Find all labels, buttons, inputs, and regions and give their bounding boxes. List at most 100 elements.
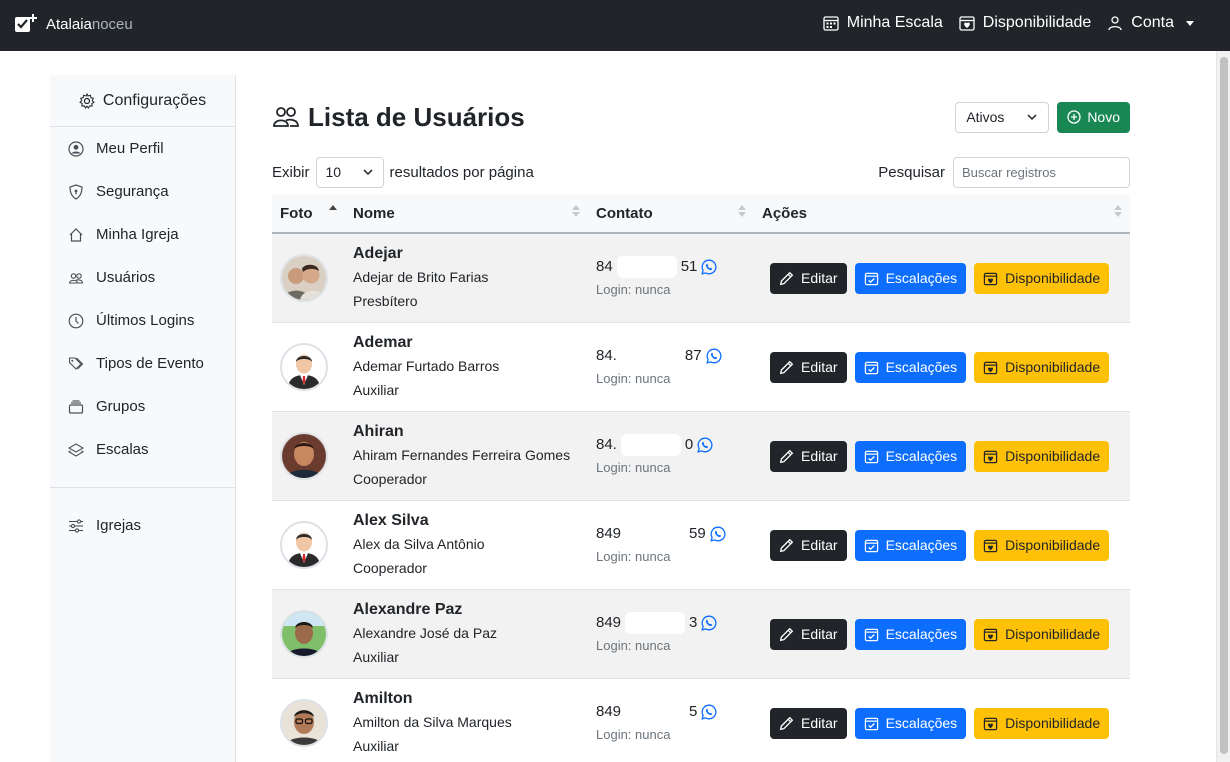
schedules-button[interactable]: Escalações [854,529,967,561]
table-row: Alexandre Paz Alexandre José da Paz Auxi… [272,590,1130,679]
sidebar-divider [50,487,235,488]
column-header-contact[interactable]: Contato [588,193,754,233]
brand-logo-link[interactable]: Atalaia noceu [14,12,133,36]
user-full-name: Alex da Silva Antônio [353,536,485,552]
availability-button[interactable]: Disponibilidade [974,707,1110,739]
pencil-icon [779,449,794,463]
name-cell: Adejar Adejar de Brito Farias Presbítero [345,234,588,323]
edit-button[interactable]: Editar [770,707,847,739]
sidebar-header: Configurações [50,75,235,127]
sidebar-item-event-types[interactable]: Tipos de Evento [50,342,235,385]
name-cell: Alexandre Paz Alexandre José da Paz Auxi… [345,590,588,679]
user-full-name: Alexandre José da Paz [353,625,497,641]
sidebar-item-churches[interactable]: Igrejas [50,504,235,547]
edit-button-label: Editar [801,626,838,642]
calendar-check-icon [864,539,878,552]
sidebar-item-users[interactable]: Usuários [50,256,235,299]
availability-button-label: Disponibilidade [1005,626,1101,642]
phone-number: 84. 0 [596,433,713,457]
last-login: Login: nunca [596,371,671,386]
whatsapp-icon[interactable] [701,704,717,720]
column-header-photo[interactable]: Foto [272,193,345,233]
edit-button[interactable]: Editar [770,262,847,294]
scrollbar-thumb[interactable] [1220,57,1228,754]
schedules-button[interactable]: Escalações [854,351,967,383]
availability-button[interactable]: Disponibilidade [974,618,1110,650]
collection-icon [68,399,84,414]
contact-cell: 84 51 Login: nunca [588,234,754,323]
sidebar-item-my-church[interactable]: Minha Igreja [50,213,235,256]
status-filter-value: Ativos [966,109,1005,125]
sidebar-item-groups[interactable]: Grupos [50,385,235,428]
users-table: Foto Nome Contato Ações Adejar Adejar de… [272,194,1130,762]
nav-my-schedule[interactable]: Minha Escala [823,14,943,32]
name-cell: Ademar Ademar Furtado Barros Auxiliar [345,323,588,412]
search-input[interactable] [953,156,1130,188]
calendar-heart-icon [983,717,998,730]
availability-button[interactable]: Disponibilidade [974,262,1110,294]
schedules-button[interactable]: Escalações [854,262,967,294]
user-short-name: Adejar [353,245,403,262]
pencil-icon [779,716,794,730]
sidebar-item-schedules[interactable]: Escalas [50,428,235,471]
sidebar-item-label: Escalas [96,441,149,458]
schedules-button[interactable]: Escalações [854,440,967,472]
user-role: Cooperador [353,560,427,576]
brand-name-part2: noceu [91,15,133,33]
phone-start: 84 [596,258,613,275]
edit-button[interactable]: Editar [770,529,847,561]
photo-cell [272,323,345,412]
schedules-button[interactable]: Escalações [854,618,967,650]
new-user-button[interactable]: Novo [1057,101,1130,133]
edit-button-label: Editar [801,537,838,553]
whatsapp-icon[interactable] [701,615,717,631]
table-body: Adejar Adejar de Brito Farias Presbítero… [272,234,1130,762]
user-full-name: Amilton da Silva Marques [353,714,512,730]
sidebar-item-label: Igrejas [96,517,142,534]
status-filter-select[interactable]: Ativos [955,101,1050,133]
nav-availability[interactable]: Disponibilidade [959,14,1091,32]
schedules-button[interactable]: Escalações [854,707,967,739]
column-header-label: Nome [353,204,395,222]
table-row: Adejar Adejar de Brito Farias Presbítero… [272,234,1130,323]
caret-down-icon [1186,20,1194,26]
whatsapp-icon[interactable] [697,437,713,453]
clock-icon [68,313,84,328]
column-header-label: Contato [596,204,653,222]
page-length-select[interactable]: 10 [315,156,384,188]
edit-button[interactable]: Editar [770,440,847,472]
page-scrollbar[interactable] [1216,51,1230,762]
whatsapp-icon[interactable] [710,526,726,542]
last-login: Login: nunca [596,638,671,653]
edit-button[interactable]: Editar [770,618,847,650]
sidebar-item-profile[interactable]: Meu Perfil [50,127,235,170]
sidebar-item-security[interactable]: Segurança [50,170,235,213]
sort-icon [572,205,580,217]
whatsapp-icon[interactable] [705,348,722,364]
actions-cell: Editar Escalações Disponibilidade [754,323,1130,412]
sidebar-item-last-logins[interactable]: Últimos Logins [50,299,235,342]
people-icon [68,272,84,284]
availability-button[interactable]: Disponibilidade [974,529,1110,561]
last-login: Login: nunca [596,549,671,564]
photo-cell [272,590,345,679]
pencil-icon [779,360,794,374]
search-label: Pesquisar [878,163,945,181]
user-short-name: Alex Silva [353,512,429,529]
calendar-heart-icon [983,361,998,374]
calendar-check-icon [864,361,878,374]
availability-button[interactable]: Disponibilidade [974,440,1110,472]
avatar [280,432,328,480]
chevron-down-icon [362,169,373,176]
availability-button[interactable]: Disponibilidade [974,351,1110,383]
contact-cell: 849 59 Login: nunca [588,501,754,590]
column-header-name[interactable]: Nome [345,193,588,233]
phone-number: 849 59 [596,522,726,546]
column-header-actions[interactable]: Ações [754,193,1130,233]
nav-account-dropdown[interactable]: Conta [1107,14,1194,32]
avatar [280,343,328,391]
edit-button[interactable]: Editar [770,351,847,383]
nav-account-label: Conta [1131,14,1174,31]
whatsapp-icon[interactable] [701,259,717,275]
phone-end: 59 [689,525,706,542]
